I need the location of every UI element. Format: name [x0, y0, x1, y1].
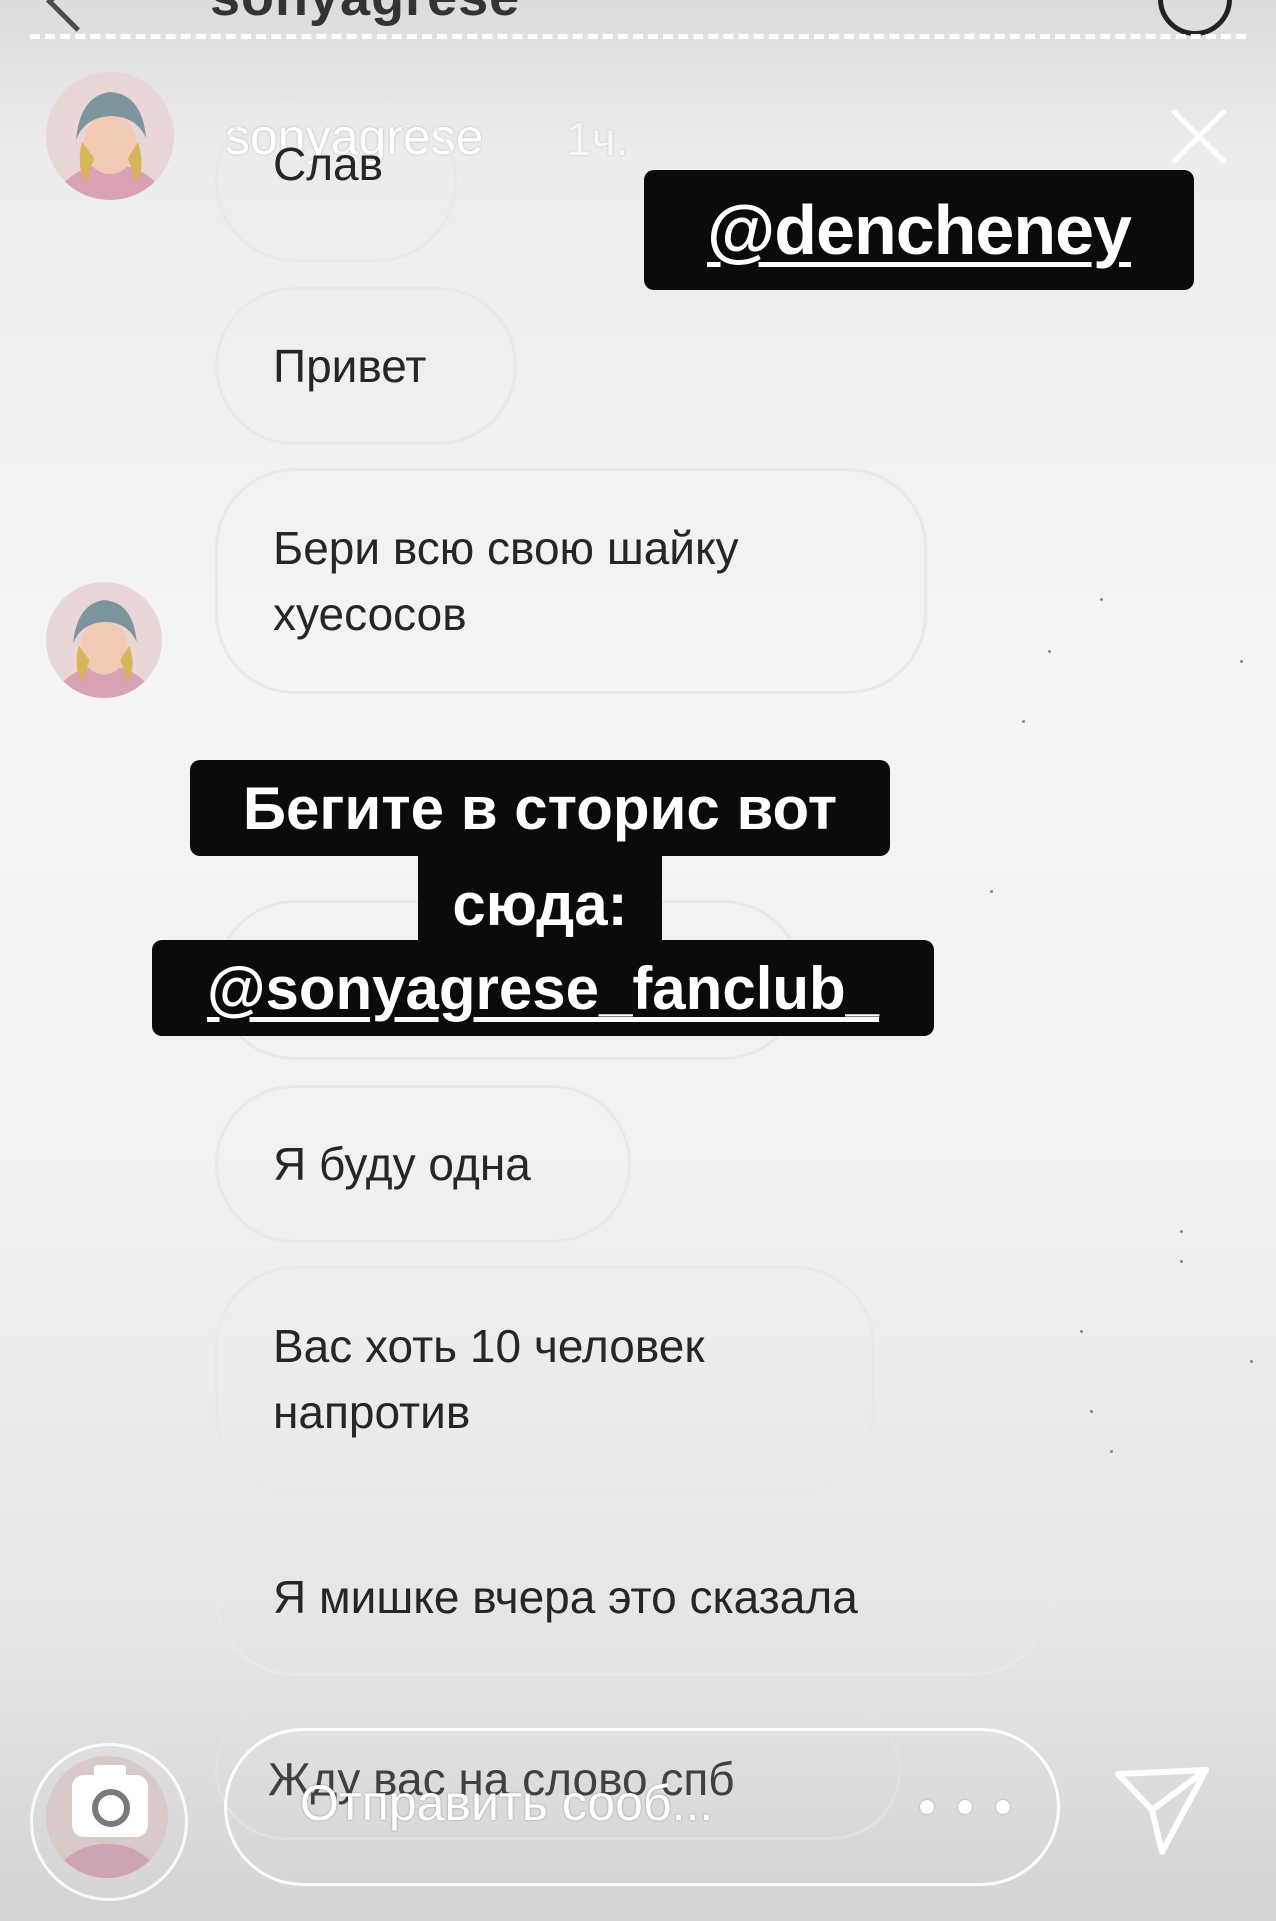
mention-sticker[interactable]: @dencheney [644, 170, 1194, 290]
story-timestamp: 1ч. [566, 113, 629, 165]
chat-title: sonyagrese [210, 0, 520, 28]
caption-text: Бегите в сторис вот [242, 774, 838, 842]
caption-sticker-line: сюда: [418, 856, 662, 952]
caption-sticker-line: Бегите в сторис вот [190, 760, 890, 856]
sender-avatar[interactable] [46, 582, 162, 698]
message-bubble: Вас хоть 10 человек напротив [215, 1266, 875, 1492]
message-bubble: Я буду одна [215, 1085, 631, 1243]
message-text: Вас хоть 10 человек напротив [273, 1320, 705, 1438]
mention-sticker[interactable]: @sonyagrese_fanclub_ [152, 940, 934, 1036]
more-horizontal-icon[interactable] [920, 1800, 1010, 1814]
message-text: Я мишке вчера это сказала [273, 1571, 858, 1623]
send-icon[interactable] [1112, 1762, 1212, 1858]
message-text: Привет [273, 340, 427, 392]
story-avatar[interactable] [46, 72, 174, 200]
chevron-left-icon[interactable] [46, 0, 107, 32]
message-bubble: Слав [215, 100, 457, 262]
mention-text: @dencheney [707, 191, 1132, 269]
info-icon[interactable] [1158, 0, 1232, 36]
message-bubble: Привет [215, 287, 517, 445]
message-bubble: Я мишке вчера это сказала [215, 1518, 1051, 1676]
mention-text: @sonyagrese_fanclub_ [206, 954, 880, 1022]
close-icon[interactable] [1168, 106, 1230, 168]
message-bubble: Бери всю свою шайку хуесосов [215, 468, 927, 694]
caption-text: сюда: [452, 870, 628, 938]
message-text: Я буду одна [273, 1138, 531, 1190]
message-text: Бери всю свою шайку хуесосов [273, 522, 739, 640]
camera-icon[interactable] [72, 1765, 148, 1837]
story-progress-bar [30, 34, 1246, 39]
message-text: Слав [273, 138, 384, 190]
reply-placeholder: Отправить сооб... [300, 1775, 714, 1831]
